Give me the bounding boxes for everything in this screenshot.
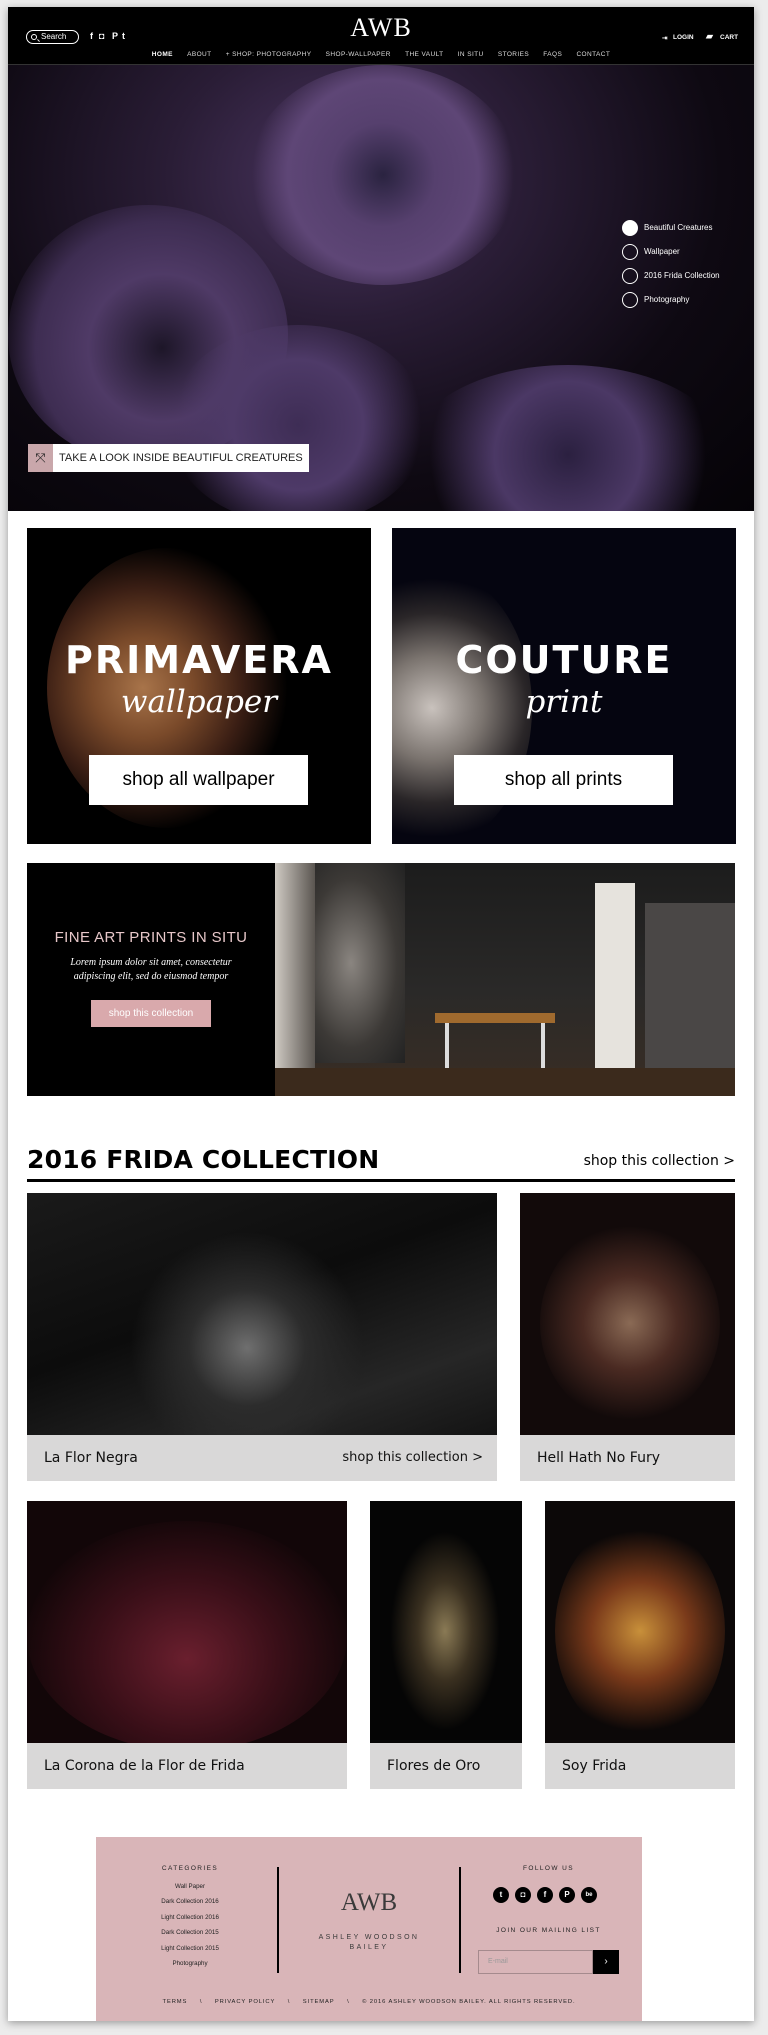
behance-icon[interactable]: be: [581, 1887, 597, 1903]
cart-link[interactable]: CART: [720, 34, 738, 41]
promo-subtitle: print: [525, 684, 603, 720]
in-situ-body: Lorem ipsum dolor sit amet, consectetur …: [70, 957, 232, 982]
card-caption: Hell Hath No Fury: [520, 1435, 735, 1481]
card-caption: La Flor Negra shop this collection >: [27, 1435, 497, 1481]
promo-subtitle: wallpaper: [120, 684, 278, 720]
category-link[interactable]: Wall Paper: [130, 1883, 250, 1890]
promo-title: PRIMAVERA: [65, 638, 333, 682]
card-soy-frida[interactable]: Soy Frida: [545, 1501, 735, 1789]
category-link[interactable]: Dark Collection 2016: [130, 1898, 250, 1905]
card-caption: Soy Frida: [545, 1743, 735, 1789]
card-shop-link[interactable]: shop this collection >: [342, 1435, 483, 1481]
footer-divider: [459, 1867, 461, 1973]
nav-stories[interactable]: STORIES: [498, 51, 529, 58]
email-submit-button[interactable]: ›: [593, 1950, 619, 1974]
in-situ-room-image: [275, 863, 735, 1096]
footer-logo: AWB: [340, 1889, 398, 1916]
nav-about[interactable]: ABOUT: [187, 51, 211, 58]
hero-flower-right: [408, 365, 728, 511]
in-situ-text-panel: FINE ART PRINTS IN SITU Lorem ipsum dolo…: [27, 863, 275, 1096]
category-link[interactable]: Light Collection 2016: [130, 1914, 250, 1921]
mailing-title: JOIN OUR MAILING LIST: [496, 1927, 601, 1934]
card-hell-hath-no-fury[interactable]: Hell Hath No Fury: [520, 1193, 735, 1481]
hero-option-photography[interactable]: Photography: [622, 292, 689, 308]
page: Search f ◘ P t AWB ⇥ LOGIN ▰ CART HOME A…: [8, 7, 754, 2021]
card-la-flor-negra[interactable]: La Flor Negra shop this collection >: [27, 1193, 497, 1481]
card-caption: La Corona de la Flor de Frida: [27, 1743, 347, 1789]
card-caption: Flores de Oro: [370, 1743, 522, 1789]
site-logo[interactable]: AWB: [8, 13, 754, 43]
site-header: Search f ◘ P t AWB ⇥ LOGIN ▰ CART HOME A…: [8, 7, 754, 65]
expand-icon: ⤧: [28, 444, 53, 472]
nav-in-situ[interactable]: IN SITU: [458, 51, 484, 58]
login-icon[interactable]: ⇥: [662, 34, 667, 42]
promo-wallpaper[interactable]: PRIMAVERA wallpaper shop all wallpaper: [27, 528, 371, 844]
privacy-link[interactable]: PRIVACY POLICY: [215, 1999, 275, 2005]
footer-divider: [277, 1867, 279, 1973]
in-situ-banner: FINE ART PRINTS IN SITU Lorem ipsum dolo…: [27, 863, 735, 1096]
section-title: 2016 FRIDA COLLECTION: [27, 1145, 380, 1174]
category-link[interactable]: Dark Collection 2015: [130, 1929, 250, 1936]
instagram-icon[interactable]: ◘: [515, 1887, 531, 1903]
nav-contact[interactable]: CONTACT: [576, 51, 610, 58]
card-title: Hell Hath No Fury: [537, 1450, 660, 1466]
categories-title: CATEGORIES: [161, 1865, 219, 1872]
shop-all-wallpaper-button[interactable]: shop all wallpaper: [89, 755, 308, 805]
hero-option-beautiful-creatures[interactable]: Beautiful Creatures: [622, 220, 712, 236]
card-flores-de-oro[interactable]: Flores de Oro: [370, 1501, 522, 1789]
follow-title: FOLLOW US: [523, 1865, 574, 1872]
terms-link[interactable]: TERMS: [163, 1999, 188, 2005]
category-link[interactable]: Light Collection 2015: [130, 1945, 250, 1952]
in-situ-heading: FINE ART PRINTS IN SITU: [54, 929, 248, 946]
copyright: © 2016 ASHLEY WOODSON BAILEY. ALL RIGHTS…: [362, 1999, 576, 2005]
nav-home[interactable]: HOME: [152, 51, 173, 58]
hero-cta-button[interactable]: ⤧ TAKE A LOOK INSIDE BEAUTIFUL CREATURES: [28, 444, 309, 472]
card-title: Flores de Oro: [387, 1758, 481, 1774]
login-link[interactable]: LOGIN: [673, 34, 694, 41]
divider: [27, 1179, 735, 1182]
card-title: Soy Frida: [562, 1758, 627, 1774]
footer-brand-name: ASHLEY WOODSON BAILEY: [318, 1934, 420, 1951]
hero-option-frida[interactable]: 2016 Frida Collection: [622, 268, 720, 284]
footer-bottom-links: TERMS \ PRIVACY POLICY \ SITEMAP \ © 201…: [162, 1999, 576, 2005]
shop-all-prints-button[interactable]: shop all prints: [454, 755, 673, 805]
card-title: La Flor Negra: [44, 1450, 138, 1466]
email-field[interactable]: E-mail: [478, 1950, 593, 1974]
hero-flower-image: [248, 65, 518, 285]
nav-shop-photography[interactable]: + SHOP: PHOTOGRAPHY: [226, 51, 312, 58]
category-link[interactable]: Photography: [130, 1960, 250, 1967]
hero-slider: Beautiful Creatures Wallpaper 2016 Frida…: [8, 65, 754, 511]
shop-this-collection-button[interactable]: shop this collection: [91, 1000, 211, 1027]
site-footer: CATEGORIES Wall Paper Dark Collection 20…: [96, 1837, 642, 2021]
promo-prints[interactable]: COUTURE print shop all prints: [392, 528, 736, 844]
sitemap-link[interactable]: SITEMAP: [303, 1999, 335, 2005]
cart-icon[interactable]: ▰: [706, 31, 713, 42]
shop-frida-link[interactable]: shop this collection >: [584, 1153, 735, 1169]
nav-shop-wallpaper[interactable]: SHOP-WALLPAPER: [326, 51, 391, 58]
nav-the-vault[interactable]: THE VAULT: [405, 51, 443, 58]
main-nav: HOME ABOUT + SHOP: PHOTOGRAPHY SHOP-WALL…: [8, 51, 754, 58]
facebook-icon[interactable]: f: [537, 1887, 553, 1903]
promo-title: COUTURE: [455, 638, 673, 682]
twitter-icon[interactable]: t: [493, 1887, 509, 1903]
pinterest-icon[interactable]: P: [559, 1887, 575, 1903]
card-title: La Corona de la Flor de Frida: [44, 1758, 245, 1774]
hero-flower-bottom: [168, 325, 428, 511]
card-la-corona[interactable]: La Corona de la Flor de Frida: [27, 1501, 347, 1789]
nav-faqs[interactable]: FAQS: [543, 51, 562, 58]
hero-option-wallpaper[interactable]: Wallpaper: [622, 244, 680, 260]
